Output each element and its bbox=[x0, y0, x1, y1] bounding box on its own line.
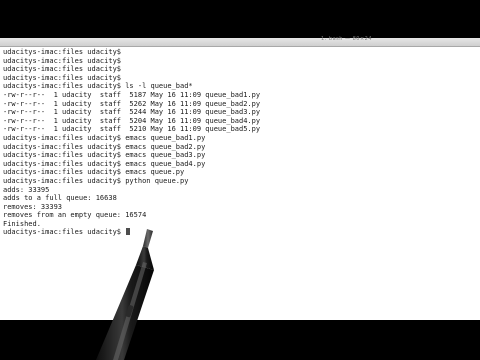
stylus-pen bbox=[96, 229, 154, 360]
pen-body bbox=[96, 265, 154, 360]
pen-tip bbox=[143, 229, 153, 248]
video-frame: 1. bash — 80×24 udacitys-imac:files udac… bbox=[0, 0, 480, 360]
